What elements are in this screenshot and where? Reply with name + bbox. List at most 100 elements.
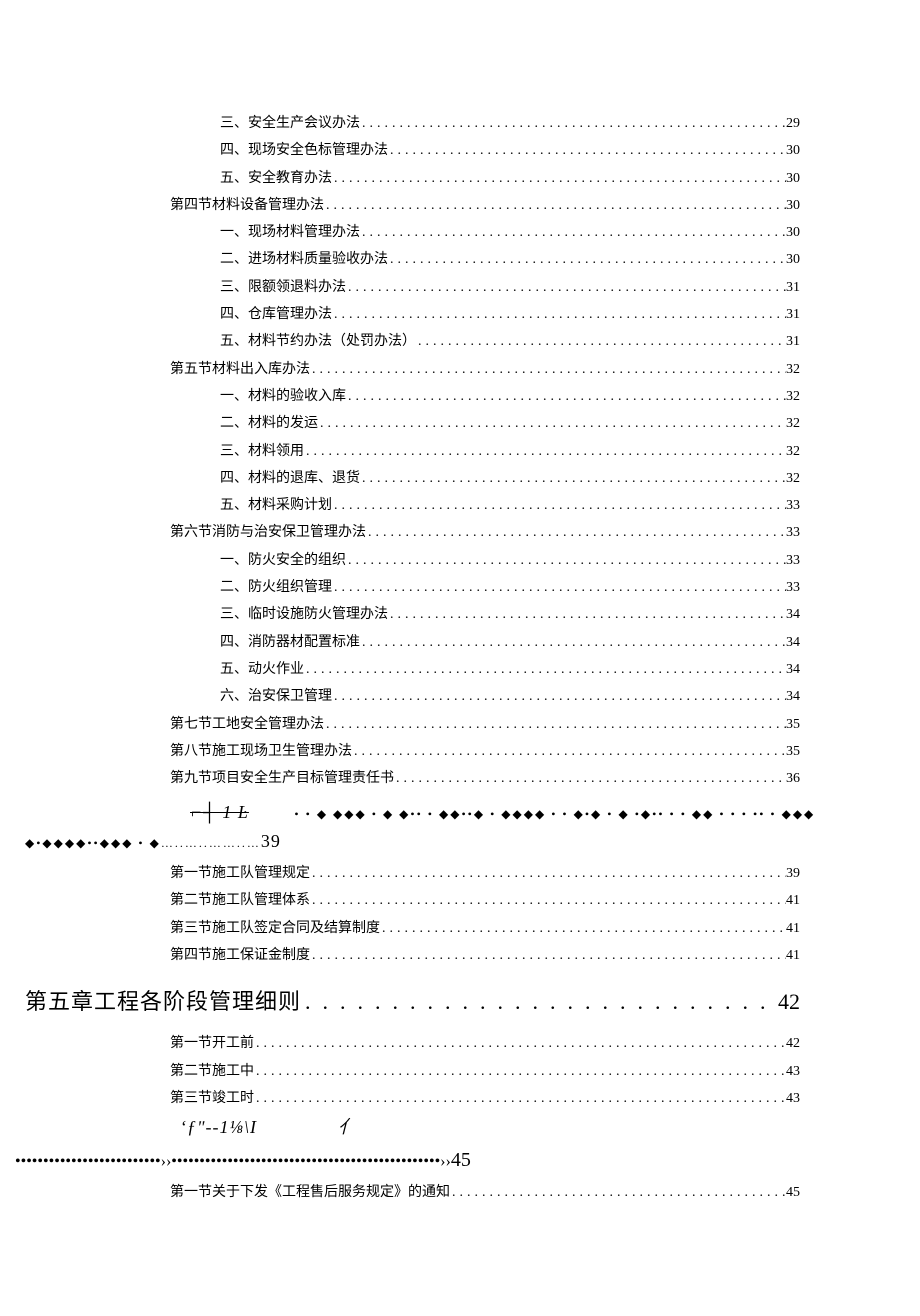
toc-row: 四、仓库管理办法31 <box>120 301 800 328</box>
toc-label: 第四节材料设备管理办法 <box>170 192 324 219</box>
leader-dots <box>450 1179 786 1206</box>
toc-page-number: 34 <box>786 629 800 656</box>
decorative-glyphs-line: ʻƒʺ--1⅛\I 亻 <box>15 1112 820 1143</box>
toc-label: 第八节施工现场卫生管理办法 <box>170 738 352 765</box>
decorative-dot-row: ••••••••••••••••••••••••••››••••••••••••… <box>15 1143 820 1177</box>
toc-label: 三、材料领用 <box>220 438 304 465</box>
toc-page-number: 33 <box>786 547 800 574</box>
toc-page-number: 36 <box>786 765 800 792</box>
toc-row: 第三节竣工时43 <box>120 1085 800 1112</box>
leader-dots <box>254 1030 786 1057</box>
toc-page-number: 34 <box>786 683 800 710</box>
toc-block-1: 三、安全生产会议办法29四、现场安全色标管理办法30五、安全教育办法30第四节材… <box>120 110 800 792</box>
leader-dots <box>310 356 786 383</box>
toc-label: 第一节开工前 <box>170 1030 254 1057</box>
toc-label: 二、进场材料质量验收办法 <box>220 246 388 273</box>
toc-row: 第八节施工现场卫生管理办法 35 <box>120 738 800 765</box>
leader-dots <box>394 765 786 792</box>
toc-row: 第二节施工队管理体系 41 <box>120 887 800 914</box>
decorative-row-39: ⌐┤ 1 Ŀ • • ◆ ◆◆◆ • ◆ ◆•• • ◆◆••◆ • ◆◆◆◆ … <box>25 798 820 856</box>
toc-row: 二、进场材料质量验收办法 30 <box>120 246 800 273</box>
toc-row: 三、安全生产会议办法29 <box>120 110 800 137</box>
leader-dots <box>360 465 786 492</box>
toc-row: 第六节消防与治安保卫管理办法33 <box>120 519 800 546</box>
leader-dots <box>360 110 786 137</box>
leader-dots <box>366 519 786 546</box>
toc-row: 第九节项目安全生产目标管理责任书36 <box>120 765 800 792</box>
toc-label: 第三节施工队签定合同及结算制度 <box>170 915 380 942</box>
leader-dots <box>304 438 786 465</box>
toc-page-number: 31 <box>786 274 800 301</box>
leader-dots <box>360 219 786 246</box>
toc-row: 第三节施工队签定合同及结算制度41 <box>120 915 800 942</box>
toc-page-number: 30 <box>786 165 800 192</box>
toc-page-number: 30 <box>786 246 800 273</box>
leader-dots <box>388 137 786 164</box>
toc-page-number: 35 <box>786 738 800 765</box>
toc-page-number: 43 <box>786 1058 800 1085</box>
toc-page-number: 29 <box>786 110 800 137</box>
leader-dots <box>388 601 786 628</box>
toc-page-number: 34 <box>786 656 800 683</box>
leader-dots <box>352 738 786 765</box>
leader-dots <box>324 711 786 738</box>
toc-row: 六、治安保卫管理34 <box>120 683 800 710</box>
toc-page-number: 33 <box>786 492 800 519</box>
toc-page-number: 35 <box>786 711 800 738</box>
decorative-glyphs-a: ʻƒʺ--1⅛\I <box>180 1117 257 1137</box>
leader-dots <box>332 301 786 328</box>
leader-dots <box>346 547 786 574</box>
toc-page-number: 32 <box>786 465 800 492</box>
leader-dots <box>332 574 786 601</box>
toc-row: 四、消防器材配置标准 34 <box>120 629 800 656</box>
toc-label: 第七节工地安全管理办法 <box>170 711 324 738</box>
toc-row: 第四节材料设备管理办法30 <box>120 192 800 219</box>
toc-page-number: 32 <box>786 410 800 437</box>
decorative-glyphs: ⌐┤ 1 Ŀ <box>25 798 249 827</box>
toc-label: 三、临时设施防火管理办法 <box>220 601 388 628</box>
toc-label: 第二节施工中 <box>170 1058 254 1085</box>
toc-page-number: 43 <box>786 1085 800 1112</box>
toc-row: 三、临时设施防火管理办法34 <box>120 601 800 628</box>
toc-row: 第二节施工中 43 <box>120 1058 800 1085</box>
toc-label: 一、材料的验收入库 <box>220 383 346 410</box>
toc-row: 一、材料的验收入库32 <box>120 383 800 410</box>
toc-row: 五、材料采购计划 33 <box>120 492 800 519</box>
decorative-dots-1: •••••••••••••••••••••••••• <box>15 1153 161 1170</box>
chapter-5-page: 42 <box>778 973 800 1030</box>
leader-dots <box>318 410 786 437</box>
toc-label: 五、材料采购计划 <box>220 492 332 519</box>
decorative-page-45: 45 <box>451 1149 471 1171</box>
chapter-5-row: 第五章工程各阶段管理细则 42 <box>25 973 800 1030</box>
toc-row: 一、防火安全的组织33 <box>120 547 800 574</box>
toc-label: 第二节施工队管理体系 <box>170 887 310 914</box>
toc-page-number: 41 <box>786 942 800 969</box>
chapter-5-label: 第五章工程各阶段管理细则 <box>25 973 301 1030</box>
toc-row: 五、安全教育办法30 <box>120 165 800 192</box>
toc-row: 第一节开工前42 <box>120 1030 800 1057</box>
toc-page-number: 41 <box>786 887 800 914</box>
toc-row: 一、现场材料管理办法30 <box>120 219 800 246</box>
toc-label: 一、现场材料管理办法 <box>220 219 360 246</box>
toc-page-number: 32 <box>786 438 800 465</box>
chevron-icon: ›› <box>440 1153 451 1170</box>
toc-row: 二、防火组织管理33 <box>120 574 800 601</box>
toc-block-3: 第一节开工前42第二节施工中 43第三节竣工时43 <box>120 1030 800 1112</box>
toc-page-number: 31 <box>786 328 800 355</box>
leader-dots <box>332 165 786 192</box>
toc-block-2: 第一节施工队管理规定39第二节施工队管理体系41第三节施工队签定合同及结算制度4… <box>120 860 800 969</box>
toc-label: 二、防火组织管理 <box>220 574 332 601</box>
leader-dots <box>310 887 786 914</box>
leader-dots <box>380 915 786 942</box>
leader-dots <box>304 656 786 683</box>
toc-label: 四、现场安全色标管理办法 <box>220 137 388 164</box>
toc-label: 三、限额领退料办法 <box>220 274 346 301</box>
toc-label: 四、仓库管理办法 <box>220 301 332 328</box>
leader-dots <box>388 246 786 273</box>
chevron-icon: ›› <box>161 1153 172 1170</box>
leader-dots <box>310 860 786 887</box>
decorative-glyphs-b: 亻 <box>338 1117 357 1137</box>
leader-dots <box>324 192 786 219</box>
toc-label: 四、消防器材配置标准 <box>220 629 360 656</box>
toc-label: 第五节材料出入库办法 <box>170 356 310 383</box>
